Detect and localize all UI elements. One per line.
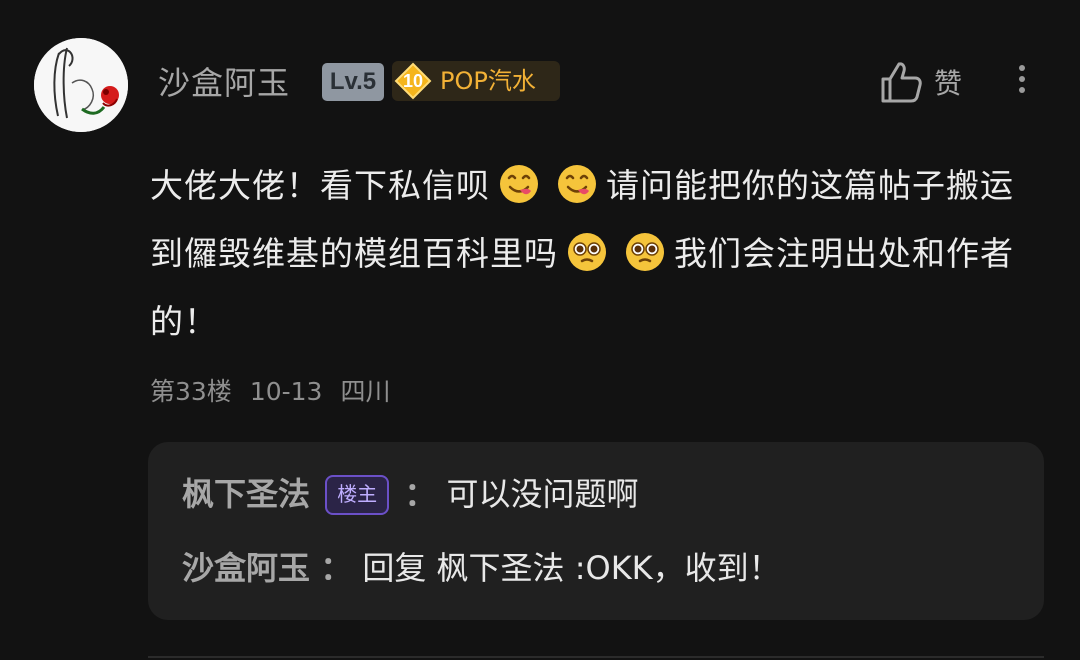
floor-number: 第33楼	[150, 377, 232, 406]
comment-content: 大佬大佬！看下私信呗 请问能把你的这篇帖子搬运到儸毁维基的模组百科里吗 我们会注…	[150, 152, 1035, 356]
cat-rose-avatar-image	[34, 38, 128, 132]
comment-date: 10-13	[249, 377, 323, 406]
more-options-button[interactable]	[1012, 60, 1032, 104]
badge-number: 10	[402, 71, 424, 91]
comment-meta: 第33楼 10-13 四川	[150, 372, 408, 408]
yum-face-icon	[500, 165, 538, 203]
reply-item[interactable]: 沙盒阿玉 ： 回复 枫下圣法 :OKK，收到！	[182, 546, 781, 590]
reply-separator: ：	[320, 549, 353, 587]
pleading-face-icon	[568, 233, 606, 271]
more-vertical-icon	[1019, 65, 1025, 71]
comment-location: 四川	[340, 377, 391, 406]
badge-label: POP汽水	[440, 67, 536, 95]
user-avatar[interactable]	[34, 38, 128, 132]
reply-separator: ：	[404, 475, 437, 513]
reply-author[interactable]: 枫下圣法	[182, 475, 310, 513]
like-button[interactable]: 赞	[880, 58, 962, 106]
reply-text: 回复 枫下圣法 :OKK，收到！	[362, 549, 781, 587]
comment-divider	[148, 656, 1044, 658]
thumbs-up-icon	[881, 62, 922, 103]
more-vertical-icon-dot	[1019, 76, 1025, 82]
yum-face-icon	[558, 165, 596, 203]
more-vertical-icon-dot	[1019, 87, 1025, 93]
badge-level-icon: 10	[394, 62, 432, 100]
reply-text: 可以没问题啊	[446, 475, 639, 513]
pop-soda-badge[interactable]: 10 POP汽水	[392, 61, 560, 101]
thread-owner-badge: 楼主	[325, 475, 390, 515]
like-label: 赞	[934, 67, 963, 100]
comment-text-part-1: 大佬大佬！看下私信呗	[150, 166, 490, 205]
reply-author[interactable]: 沙盒阿玉	[182, 549, 310, 587]
pleading-face-icon	[626, 233, 664, 271]
reply-thread[interactable]: 枫下圣法 楼主 ： 可以没问题啊 沙盒阿玉 ： 回复 枫下圣法 :OKK，收到！	[148, 442, 1044, 620]
user-level-badge: Lv.5	[322, 63, 384, 101]
comment-username[interactable]: 沙盒阿玉	[158, 58, 290, 104]
reply-item[interactable]: 枫下圣法 楼主 ： 可以没问题啊	[182, 472, 639, 516]
